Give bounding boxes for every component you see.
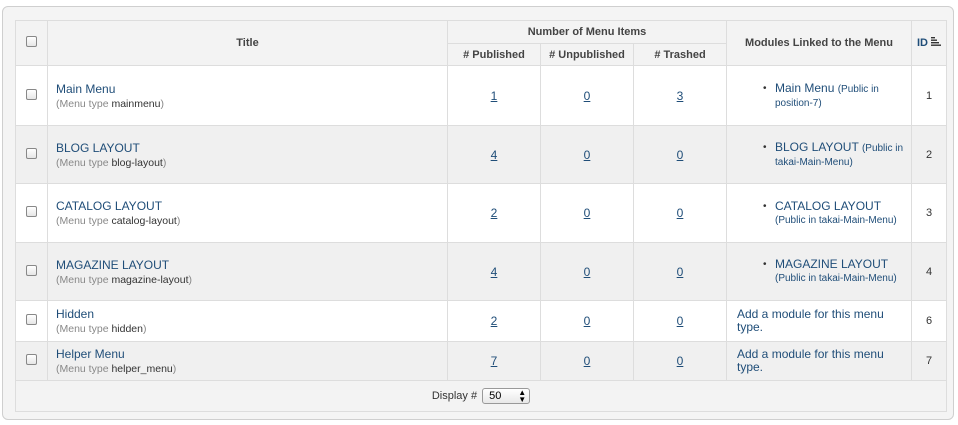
menu-id: 1 — [911, 65, 947, 126]
menu-title-link[interactable]: CATALOG LAYOUT — [56, 199, 447, 213]
linked-module-name[interactable]: Main Menu — [775, 81, 834, 95]
menus-table: Title Number of Menu Items Modules Linke… — [15, 20, 947, 412]
column-header-modules: Modules Linked to the Menu — [726, 20, 912, 66]
select-all-cell — [15, 20, 48, 66]
trashed-count-link[interactable]: 0 — [677, 265, 684, 279]
pagination-footer: Display # 50 ▲ ▼ — [15, 380, 947, 412]
menu-type-label: (Menu type mainmenu) — [56, 97, 164, 110]
trashed-count-link[interactable]: 0 — [677, 148, 684, 162]
menu-title-link[interactable]: MAGAZINE LAYOUT — [56, 258, 447, 272]
menu-manager-panel: Title Number of Menu Items Modules Linke… — [2, 6, 954, 420]
row-checkbox[interactable] — [26, 206, 37, 217]
published-count-link[interactable]: 4 — [491, 148, 498, 162]
published-count-link[interactable]: 7 — [491, 354, 498, 368]
unpublished-count-link[interactable]: 0 — [584, 265, 591, 279]
column-header-id-label: ID — [917, 36, 928, 49]
column-header-id[interactable]: ID — [911, 20, 947, 66]
table-row: Main Menu (Menu type mainmenu) 1 0 3 • Ma… — [15, 65, 947, 126]
menu-type-label: (Menu type helper_menu) — [56, 363, 177, 375]
menu-title-link[interactable]: Helper Menu — [56, 347, 447, 361]
table-row: Hidden (Menu type hidden) 2 0 0 Add a mo… — [15, 300, 947, 342]
published-count-link[interactable]: 4 — [491, 265, 498, 279]
unpublished-count-link[interactable]: 0 — [584, 354, 591, 368]
menu-type-value: magazine-layout — [111, 273, 189, 286]
menu-title-link[interactable]: BLOG LAYOUT — [56, 141, 447, 155]
menu-type-value: hidden — [111, 323, 143, 335]
display-limit-value: 50 — [489, 390, 502, 402]
trashed-count-link[interactable]: 0 — [677, 354, 684, 368]
trashed-count-link[interactable]: 0 — [677, 314, 684, 328]
menu-type-value: mainmenu — [111, 97, 161, 110]
menu-type-value: helper_menu — [111, 363, 173, 375]
linked-module-name[interactable]: CATALOG LAYOUT — [775, 199, 881, 213]
table-row: CATALOG LAYOUT (Menu type catalog-layout… — [15, 183, 947, 243]
published-count-link[interactable]: 1 — [491, 89, 498, 103]
up-down-arrows-icon: ▲ ▼ — [518, 388, 527, 404]
menu-type-value: blog-layout — [111, 156, 163, 169]
menu-id: 2 — [911, 125, 947, 184]
unpublished-count-link[interactable]: 0 — [584, 89, 591, 103]
published-count-link[interactable]: 2 — [491, 314, 498, 328]
menu-type-label: (Menu type catalog-layout) — [56, 215, 181, 227]
menu-title-link[interactable]: Hidden — [56, 307, 447, 321]
sort-ascending-icon[interactable] — [931, 37, 941, 49]
menu-type-label: (Menu type blog-layout) — [56, 156, 167, 169]
table-row: MAGAZINE LAYOUT (Menu type magazine-layo… — [15, 242, 947, 301]
trashed-count-link[interactable]: 3 — [677, 89, 684, 103]
display-limit-label: Display # — [431, 389, 478, 402]
menu-type-label: (Menu type magazine-layout) — [56, 273, 192, 286]
row-checkbox[interactable] — [26, 314, 37, 325]
menu-title-link[interactable]: Main Menu — [56, 82, 447, 96]
menu-id: 4 — [911, 242, 947, 301]
menu-id: 6 — [911, 300, 947, 342]
table-row: Helper Menu (Menu type helper_menu) 7 0 … — [15, 341, 947, 381]
menu-type-value: catalog-layout — [111, 215, 177, 227]
column-group-number-of-menu-items: Number of Menu Items — [447, 20, 727, 44]
unpublished-count-link[interactable]: 0 — [584, 314, 591, 328]
row-checkbox[interactable] — [26, 264, 37, 276]
trashed-count-link[interactable]: 0 — [677, 206, 684, 220]
display-limit-select[interactable]: 50 ▲ ▼ — [482, 388, 531, 404]
row-checkbox[interactable] — [26, 147, 37, 159]
select-all-checkbox[interactable] — [26, 36, 37, 47]
linked-module-item[interactable]: • Main Menu (Public in position-7) — [763, 81, 905, 110]
menu-type-label: (Menu type hidden) — [56, 323, 147, 335]
row-checkbox[interactable] — [26, 354, 37, 365]
linked-module-item[interactable]: • CATALOG LAYOUT (Public in takai-Main-Me… — [763, 199, 905, 227]
linked-module-info: (Public in takai-Main-Menu) — [775, 273, 897, 284]
table-row: BLOG LAYOUT (Menu type blog-layout) 4 0 … — [15, 125, 947, 184]
column-header-published: # Published — [447, 43, 541, 66]
column-header-unpublished: # Unpublished — [540, 43, 634, 66]
menu-id: 3 — [911, 183, 947, 243]
column-header-title[interactable]: Title — [47, 20, 448, 66]
linked-module-info: (Public in takai-Main-Menu) — [775, 214, 897, 226]
add-module-link[interactable]: Add a module for this menu type. — [737, 347, 884, 374]
row-checkbox[interactable] — [26, 88, 37, 100]
column-header-trashed: # Trashed — [633, 43, 727, 66]
unpublished-count-link[interactable]: 0 — [584, 206, 591, 220]
unpublished-count-link[interactable]: 0 — [584, 148, 591, 162]
menu-id: 7 — [911, 341, 947, 381]
linked-module-name[interactable]: BLOG LAYOUT — [775, 140, 859, 154]
published-count-link[interactable]: 2 — [491, 206, 498, 220]
linked-module-name[interactable]: MAGAZINE LAYOUT — [775, 257, 888, 271]
linked-module-item[interactable]: • MAGAZINE LAYOUT (Public in takai-Main-M… — [763, 257, 905, 285]
linked-module-item[interactable]: • BLOG LAYOUT (Public in takai-Main-Menu) — [763, 140, 905, 169]
add-module-link[interactable]: Add a module for this menu type. — [737, 307, 884, 334]
